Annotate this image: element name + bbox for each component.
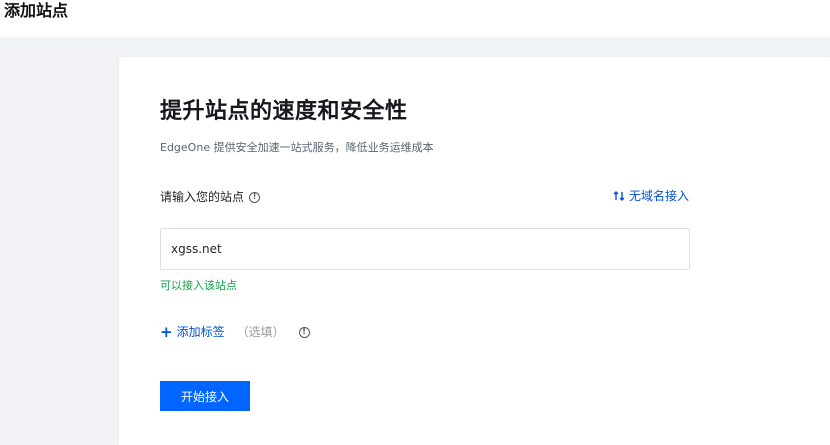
card-subtitle: EdgeOne 提供安全加速一站式服务，降低业务运维成本 — [160, 141, 434, 154]
swap-icon — [613, 191, 625, 201]
top-bar: 添加站点 — [0, 0, 830, 37]
add-site-card: 提升站点的速度和安全性 EdgeOne 提供安全加速一站式服务，降低业务运维成本… — [119, 57, 830, 445]
add-tag-link[interactable]: 添加标签 — [177, 323, 225, 341]
site-field-label-row: 请输入您的站点 ! — [160, 188, 261, 206]
info-icon[interactable]: ! — [298, 326, 310, 338]
page-title: 添加站点 — [4, 1, 69, 20]
site-field-label: 请输入您的站点 — [160, 190, 245, 204]
page: 添加站点 提升站点的速度和安全性 EdgeOne 提供安全加速一站式服务，降低业… — [0, 0, 830, 445]
info-icon[interactable]: ! — [249, 191, 261, 203]
no-domain-access-link[interactable]: 无域名接入 — [613, 187, 689, 205]
card-headline: 提升站点的速度和安全性 — [160, 99, 408, 124]
plus-icon[interactable]: + — [160, 324, 173, 340]
optional-hint: （选填） — [236, 325, 285, 339]
add-tag-row: + 添加标签 （选填） ! — [160, 323, 310, 341]
no-domain-access-label: 无域名接入 — [629, 189, 690, 203]
start-access-button[interactable]: 开始接入 — [160, 381, 250, 411]
site-input[interactable] — [160, 228, 690, 270]
site-validation-message: 可以接入该站点 — [160, 279, 237, 292]
